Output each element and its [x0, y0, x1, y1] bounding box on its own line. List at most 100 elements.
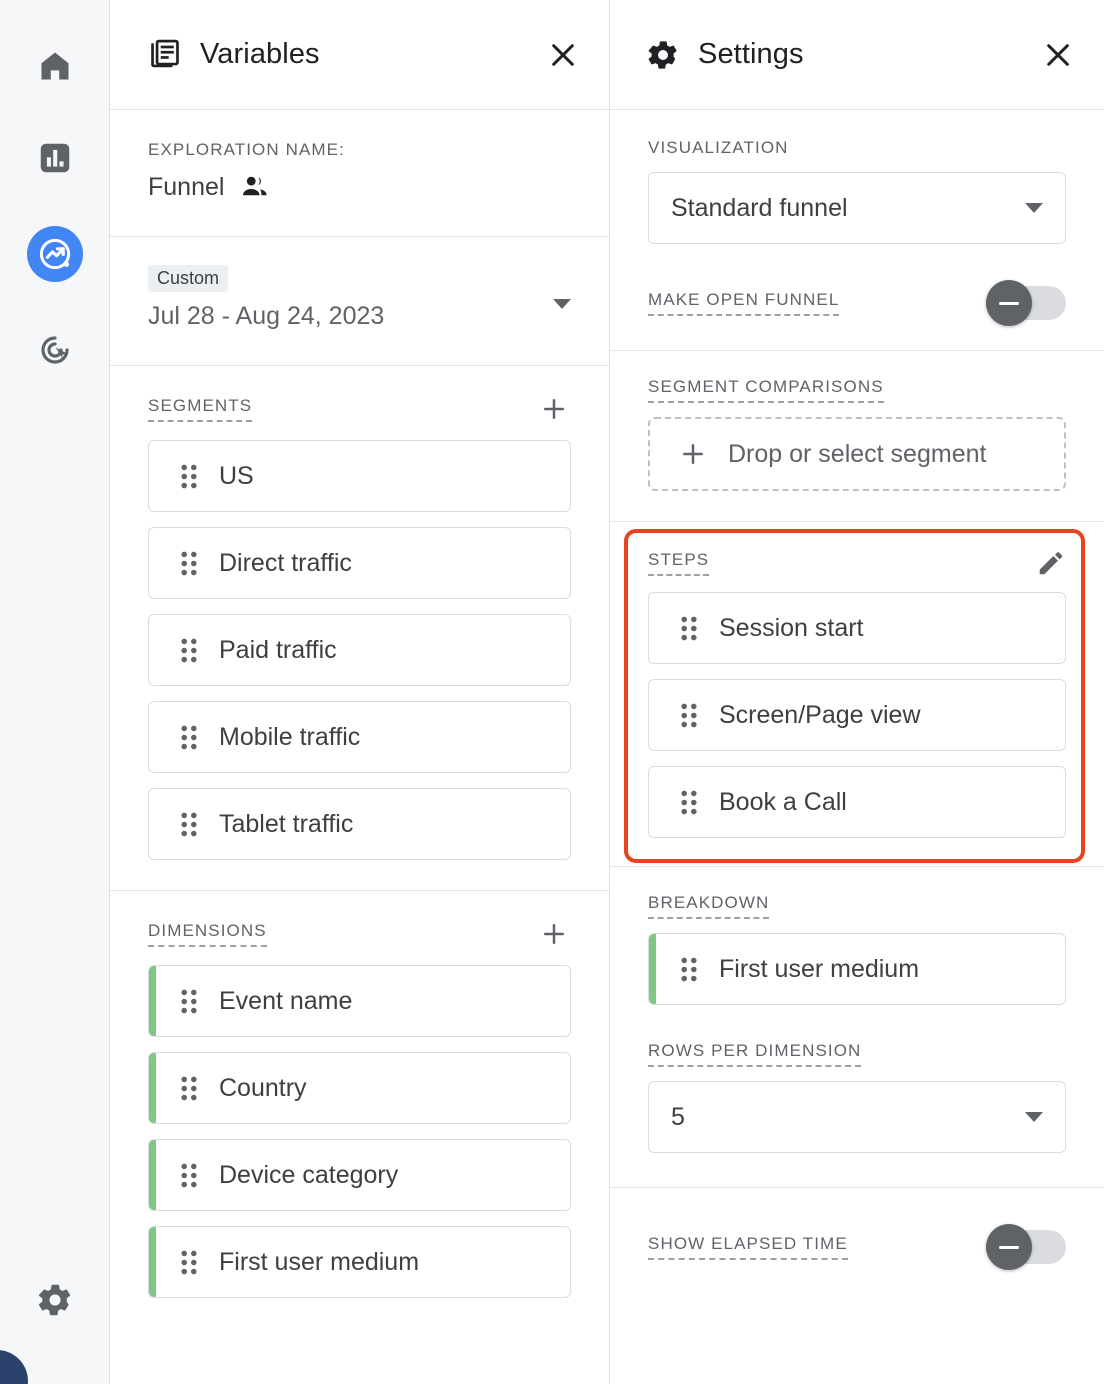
- list-item-label: US: [219, 461, 254, 490]
- drag-handle-icon[interactable]: [181, 1250, 197, 1275]
- explore-trending-icon: [36, 235, 74, 273]
- list-item-label: Paid traffic: [219, 635, 337, 664]
- date-range-picker[interactable]: Custom Jul 28 - Aug 24, 2023: [148, 265, 571, 331]
- ga4-exploration-screen: Variables EXPLORATION NAME: Funnel Custo…: [0, 0, 1104, 1384]
- segment-dropzone-text: Drop or select segment: [728, 439, 987, 468]
- steps-header: STEPS: [648, 548, 1066, 578]
- segment-comparisons-section: SEGMENT COMPARISONS Drop or select segme…: [610, 351, 1104, 522]
- breakdown-label: BREAKDOWN: [648, 893, 770, 919]
- primary-nav-rail: [0, 0, 110, 1384]
- drag-handle-icon[interactable]: [681, 790, 697, 815]
- variables-document-icon: [148, 38, 182, 72]
- visualization-select[interactable]: Standard funnel: [648, 172, 1066, 244]
- nav-item-advertising[interactable]: [27, 322, 83, 378]
- exploration-name-value: Funnel: [148, 172, 225, 201]
- dimensions-section: DIMENSIONS Event name Country Device categ…: [110, 891, 609, 1328]
- drag-handle-icon[interactable]: [181, 725, 197, 750]
- segment-dropzone[interactable]: Drop or select segment: [648, 417, 1066, 491]
- visualization-section: VISUALIZATION Standard funnel MAKE OPEN …: [610, 110, 1104, 351]
- drag-handle-icon[interactable]: [181, 812, 197, 837]
- segments-label: SEGMENTS: [148, 396, 253, 422]
- nav-item-explore[interactable]: [27, 226, 83, 282]
- variables-panel-title: Variables: [200, 38, 320, 70]
- list-item-label: Mobile traffic: [219, 722, 361, 751]
- list-item[interactable]: Screen/Page view: [648, 679, 1066, 751]
- drag-handle-icon[interactable]: [181, 638, 197, 663]
- drag-handle-icon[interactable]: [681, 616, 697, 641]
- settings-panel-header: Settings: [610, 0, 1104, 110]
- list-item-label: Book a Call: [719, 787, 847, 816]
- add-segment-plus-icon[interactable]: [537, 392, 571, 426]
- list-item[interactable]: Direct traffic: [148, 527, 571, 599]
- nav-item-home[interactable]: [27, 38, 83, 94]
- dimension-accent-bar: [149, 1227, 156, 1297]
- list-item[interactable]: Session start: [648, 592, 1066, 664]
- segment-comparisons-label: SEGMENT COMPARISONS: [648, 377, 884, 403]
- date-range-value: Jul 28 - Aug 24, 2023: [148, 302, 385, 330]
- visualization-label: VISUALIZATION: [648, 138, 789, 157]
- nav-item-admin[interactable]: [27, 1272, 83, 1328]
- drag-handle-icon[interactable]: [181, 1076, 197, 1101]
- steps-list: Session start Screen/Page view Book a Call: [648, 592, 1066, 838]
- list-item-label: Country: [219, 1073, 307, 1102]
- dimension-accent-bar: [149, 1140, 156, 1210]
- segments-section: SEGMENTS US Direct traffic Paid traffic Mob…: [110, 366, 609, 891]
- list-item[interactable]: Country: [148, 1052, 571, 1124]
- list-item-label: Screen/Page view: [719, 700, 921, 729]
- list-item-label: First user medium: [719, 954, 920, 983]
- settings-close-icon[interactable]: [1038, 35, 1078, 75]
- drag-handle-icon[interactable]: [681, 957, 697, 982]
- list-item-label: Event name: [219, 986, 353, 1015]
- plus-icon: [678, 439, 708, 469]
- drag-handle-icon[interactable]: [181, 989, 197, 1014]
- breakdown-list: First user medium: [648, 933, 1066, 1005]
- make-open-funnel-toggle[interactable]: [986, 280, 1066, 326]
- steps-section: STEPS Session start Screen/Page view Book …: [610, 522, 1104, 867]
- list-item[interactable]: First user medium: [648, 933, 1066, 1005]
- list-item[interactable]: Device category: [148, 1139, 571, 1211]
- rows-per-dimension-label: ROWS PER DIMENSION: [648, 1041, 862, 1067]
- caret-down-icon: [1025, 203, 1043, 213]
- drag-handle-icon[interactable]: [681, 703, 697, 728]
- list-item-label: Tablet traffic: [219, 809, 354, 838]
- variables-close-icon[interactable]: [543, 35, 583, 75]
- steps-label: STEPS: [648, 550, 710, 576]
- show-elapsed-time-toggle[interactable]: [986, 1224, 1066, 1270]
- breakdown-section: BREAKDOWN First user medium ROWS PER DIM…: [610, 867, 1104, 1188]
- settings-panel-title: Settings: [698, 38, 804, 70]
- segments-list: US Direct traffic Paid traffic Mobile traff…: [148, 440, 571, 860]
- exploration-name-row[interactable]: Funnel: [148, 172, 571, 202]
- list-item[interactable]: Tablet traffic: [148, 788, 571, 860]
- segments-header: SEGMENTS: [148, 392, 571, 426]
- toggle-off-icon: [986, 1224, 1032, 1270]
- list-item[interactable]: Book a Call: [648, 766, 1066, 838]
- edit-steps-pencil-icon[interactable]: [1036, 548, 1066, 578]
- list-item[interactable]: US: [148, 440, 571, 512]
- drag-handle-icon[interactable]: [181, 551, 197, 576]
- show-elapsed-time-row: SHOW ELAPSED TIME: [648, 1224, 1066, 1270]
- nav-item-reports[interactable]: [27, 130, 83, 186]
- rows-per-dimension-select[interactable]: 5: [648, 1081, 1066, 1153]
- gear-icon: [36, 1281, 74, 1319]
- rows-per-dimension-block: ROWS PER DIMENSION 5: [648, 1041, 1066, 1153]
- nav-bottom-decoration: [0, 1350, 28, 1384]
- make-open-funnel-label: MAKE OPEN FUNNEL: [648, 290, 840, 316]
- caret-down-icon: [553, 299, 571, 309]
- list-item-label: Direct traffic: [219, 548, 352, 577]
- show-elapsed-time-label: SHOW ELAPSED TIME: [648, 1234, 848, 1260]
- list-item[interactable]: Paid traffic: [148, 614, 571, 686]
- dimension-accent-bar: [149, 1053, 156, 1123]
- add-dimension-plus-icon[interactable]: [537, 917, 571, 951]
- dimensions-header: DIMENSIONS: [148, 917, 571, 951]
- show-elapsed-time-section: SHOW ELAPSED TIME: [610, 1188, 1104, 1296]
- dimension-accent-bar: [649, 934, 656, 1004]
- bar-chart-icon: [37, 140, 73, 176]
- dimension-accent-bar: [149, 966, 156, 1036]
- list-item[interactable]: First user medium: [148, 1226, 571, 1298]
- list-item[interactable]: Mobile traffic: [148, 701, 571, 773]
- drag-handle-icon[interactable]: [181, 464, 197, 489]
- gear-icon: [646, 38, 680, 72]
- drag-handle-icon[interactable]: [181, 1163, 197, 1188]
- make-open-funnel-row: MAKE OPEN FUNNEL: [648, 280, 1066, 326]
- list-item[interactable]: Event name: [148, 965, 571, 1037]
